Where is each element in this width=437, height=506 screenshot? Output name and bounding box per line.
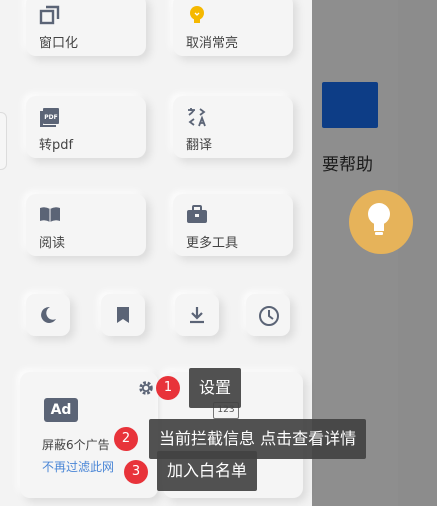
page-blue-banner (322, 82, 378, 128)
download-icon (190, 307, 204, 324)
tile-to-pdf[interactable]: PDF 转pdf (26, 96, 146, 158)
tile-label: 取消常亮 (186, 36, 239, 51)
tile-label: 阅读 (39, 236, 66, 251)
download-button[interactable] (175, 294, 219, 336)
tile-label: 转pdf (39, 138, 74, 153)
window-icon (39, 5, 60, 25)
whitelist-link[interactable]: 不再过滤此网 (42, 458, 114, 475)
moon-icon (41, 306, 56, 323)
pdf-icon: PDF (40, 108, 59, 127)
bookmark-button[interactable] (101, 294, 145, 336)
gear-icon[interactable] (137, 379, 155, 397)
tile-label: 窗口化 (39, 36, 79, 51)
book-icon (40, 207, 60, 222)
history-icon (259, 306, 279, 326)
bulb-icon (190, 6, 204, 23)
translate-icon (188, 108, 206, 127)
svg-text:PDF: PDF (44, 114, 57, 121)
tile-cancel-screen-on[interactable]: 取消常亮 (173, 0, 293, 56)
help-text: 要帮助 (322, 155, 373, 175)
page-bulb-badge (349, 190, 413, 254)
tip-number-2: 2 (114, 427, 138, 451)
tile-window-mode[interactable]: 窗口化 (26, 0, 146, 56)
history-button[interactable] (246, 294, 290, 336)
tile-label: 更多工具 (186, 236, 239, 251)
tip-settings: 设置 (189, 368, 242, 408)
tip-number-1: 1 (156, 376, 180, 400)
tile-reading[interactable]: 阅读 (26, 194, 146, 256)
tip-whitelist: 加入白名单 (157, 451, 258, 491)
blocked-ads-count[interactable]: 屏蔽6个广告 (42, 436, 110, 453)
tip-number-3: 3 (124, 460, 148, 484)
overlay-strip (398, 0, 437, 506)
toolbox-icon (187, 205, 207, 223)
ad-badge: Ad (44, 398, 78, 422)
lightbulb-icon (368, 203, 390, 235)
bookmark-icon (117, 307, 129, 323)
tile-more-tools[interactable]: 更多工具 (173, 194, 293, 256)
panel-edge-handle (0, 112, 7, 170)
tile-translate[interactable]: 翻译 (173, 96, 293, 158)
night-mode-button[interactable] (26, 294, 70, 336)
tile-label: 翻译 (186, 138, 213, 153)
